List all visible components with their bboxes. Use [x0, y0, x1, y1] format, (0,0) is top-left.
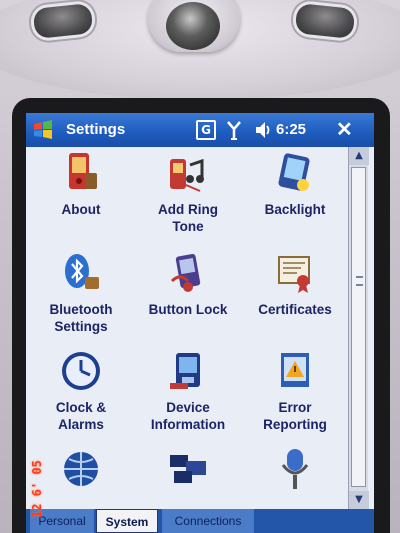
item-label: About — [61, 202, 101, 217]
memory-icon — [170, 455, 206, 483]
item-label-line1: Error — [278, 400, 312, 415]
item-label-line1: Device — [166, 400, 210, 415]
windows-start-icon[interactable] — [32, 119, 54, 141]
item-label-line1: Clock & — [55, 400, 107, 415]
item-label-line2: Settings — [54, 319, 108, 334]
bluetooth-icon — [65, 254, 99, 289]
settings-grid: About Add Ring Tone Backlight Bluetooth … — [26, 147, 346, 509]
settings-item-bluetooth[interactable]: Bluetooth Settings — [26, 251, 136, 335]
settings-item-about[interactable]: About — [26, 151, 136, 218]
title-bar: Settings G 6:25 ✕ — [26, 113, 374, 147]
settings-item-partial-2[interactable] — [133, 447, 243, 491]
signal-antenna-icon[interactable] — [226, 120, 242, 140]
clock-icon — [62, 352, 100, 390]
backlight-icon — [278, 153, 310, 191]
settings-item-error-reporting[interactable]: Error Reporting — [240, 349, 350, 433]
item-label-line2: Reporting — [263, 417, 327, 432]
ring-tone-icon — [170, 158, 204, 192]
scroll-down-arrow-icon[interactable]: ▼ — [349, 491, 369, 509]
item-label: Button Lock — [148, 302, 228, 317]
left-hardware-button[interactable] — [32, 3, 94, 39]
globe-icon — [64, 452, 98, 486]
g-network-icon[interactable]: G — [196, 120, 216, 140]
item-label-line1: Bluetooth — [49, 302, 113, 317]
device-info-icon — [170, 353, 200, 389]
settings-item-certificates[interactable]: Certificates — [240, 251, 350, 318]
item-label-line2: Tone — [172, 219, 204, 234]
button-lock-icon — [170, 253, 201, 292]
microphone-icon — [281, 449, 309, 489]
tab-system[interactable]: System — [96, 509, 158, 533]
scroll-thumb[interactable] — [351, 167, 366, 487]
clock[interactable]: 6:25 — [276, 121, 306, 138]
tab-connections[interactable]: Connections — [162, 509, 254, 533]
certificates-icon — [278, 256, 310, 293]
settings-item-backlight[interactable]: Backlight — [240, 151, 350, 218]
item-label-line2: Information — [150, 417, 226, 432]
photo-date-stamp: 12 6' 05 — [30, 460, 44, 518]
navigation-ball[interactable] — [166, 2, 220, 50]
error-reporting-icon — [281, 353, 309, 387]
settings-item-device-information[interactable]: Device Information — [133, 349, 243, 433]
about-icon — [69, 153, 97, 189]
close-icon[interactable]: ✕ — [336, 117, 353, 142]
settings-item-add-ring-tone[interactable]: Add Ring Tone — [133, 151, 243, 235]
page-title: Settings — [66, 121, 126, 138]
settings-item-button-lock[interactable]: Button Lock — [133, 251, 243, 318]
device-screen: Settings G 6:25 ✕ About Add Ring Tone Ba… — [26, 113, 374, 533]
volume-icon[interactable] — [254, 120, 272, 140]
right-hardware-button[interactable] — [294, 3, 356, 39]
item-label: Certificates — [258, 302, 332, 317]
item-label-line1: Add Ring — [158, 202, 218, 217]
vertical-scrollbar[interactable]: ▲ ▼ — [348, 147, 369, 509]
settings-item-partial-3[interactable] — [240, 447, 350, 491]
item-label: Backlight — [264, 202, 326, 217]
scroll-up-arrow-icon[interactable]: ▲ — [349, 147, 369, 165]
scroll-grip-icon — [356, 276, 363, 286]
tab-bar: Personal System Connections — [26, 509, 374, 533]
